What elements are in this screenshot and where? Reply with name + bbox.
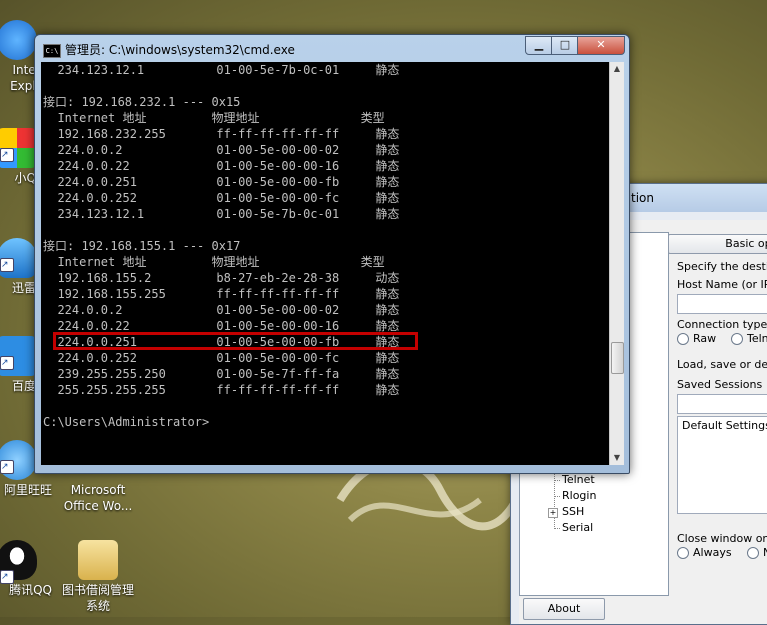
console-line: 192.168.155.2 b8-27-eb-2e-28-38 动态: [43, 271, 400, 285]
saved-sessions-input[interactable]: [677, 394, 767, 414]
shortcut-arrow-icon: ↗: [0, 356, 14, 370]
maximize-button[interactable]: □: [551, 36, 579, 55]
tree-item-ssh[interactable]: SSH: [562, 505, 584, 518]
close-window-label: Close window on ex: [677, 532, 767, 545]
tree-item-rlogin[interactable]: Rlogin: [562, 489, 596, 502]
console-line: C:\Users\Administrator>: [43, 415, 210, 429]
console-line: 224.0.0.251 01-00-5e-00-00-fb 静态: [43, 175, 400, 189]
close-button[interactable]: ✕: [577, 36, 625, 55]
shortcut-arrow-icon: ↗: [0, 460, 14, 474]
sessions-list[interactable]: Default Settings: [677, 416, 767, 514]
always-radio[interactable]: Always: [677, 546, 732, 559]
console-line: Internet 地址 物理地址 类型: [43, 111, 385, 125]
vertical-scrollbar[interactable]: ▲ ▼: [609, 62, 624, 465]
cmd-title: 管理员: C:\windows\system32\cmd.exe: [65, 43, 295, 57]
cmd-title-bar[interactable]: C:\ 管理员: C:\windows\system32\cmd.exe: [43, 41, 295, 59]
console-line: Internet 地址 物理地址 类型: [43, 255, 385, 269]
scroll-thumb[interactable]: [611, 342, 624, 374]
console-line: 255.255.255.255 ff-ff-ff-ff-ff-ff 静态: [43, 383, 400, 397]
telnet-radio[interactable]: Teln: [731, 332, 767, 345]
tree-connector: [554, 473, 555, 529]
console-line: 192.168.155.255 ff-ff-ff-ff-ff-ff 静态: [43, 287, 400, 301]
console-line: 224.0.0.2 01-00-5e-00-00-02 静态: [43, 143, 400, 157]
console-line: 接口: 192.168.155.1 --- 0x17: [43, 239, 241, 253]
tree-item-serial[interactable]: Serial: [562, 521, 593, 534]
shortcut-arrow-icon: ↗: [0, 148, 14, 162]
specify-destination-label: Specify the destinat: [677, 260, 767, 273]
console-line: 224.0.0.2 01-00-5e-00-00-02 静态: [43, 303, 400, 317]
scroll-up-arrow-icon[interactable]: ▲: [610, 62, 624, 76]
tree-connector: [554, 528, 560, 529]
expand-plus-icon[interactable]: +: [548, 508, 558, 518]
radio-icon: [677, 547, 689, 559]
minimize-button[interactable]: ▁: [525, 36, 553, 55]
console-line: 224.0.0.22 01-00-5e-00-00-16 静态: [43, 159, 400, 173]
internet-explorer-icon: [0, 20, 37, 60]
host-name-label: Host Name (or IP a: [677, 278, 767, 291]
console-line: 239.255.255.250 01-00-5e-7f-ff-fa 静态: [43, 367, 400, 381]
tree-connector: [554, 496, 560, 497]
tree-connector: [554, 480, 560, 481]
connection-type-label: Connection type:: [677, 318, 767, 331]
highlight-box: [53, 332, 418, 350]
cmd-icon: C:\: [43, 43, 61, 58]
folder-icon: [78, 540, 118, 580]
console-line: 224.0.0.252 01-00-5e-00-00-fc 静态: [43, 191, 400, 205]
host-name-input[interactable]: [677, 294, 767, 314]
console-line: 224.0.0.252 01-00-5e-00-00-fc 静态: [43, 351, 400, 365]
shortcut-arrow-icon: ↗: [0, 570, 14, 584]
tab-basic-options[interactable]: Basic opti: [668, 234, 767, 254]
console-line: 192.168.232.255 ff-ff-ff-ff-ff-ff 静态: [43, 127, 400, 141]
console-line: 234.123.12.1 01-00-5e-7b-0c-01 静态: [43, 207, 400, 221]
radio-icon: [677, 333, 689, 345]
scroll-down-arrow-icon[interactable]: ▼: [610, 451, 624, 465]
cmd-window[interactable]: C:\ 管理员: C:\windows\system32\cmd.exe ▁ □ …: [34, 34, 630, 474]
session-default-settings[interactable]: Default Settings: [678, 417, 767, 434]
radio-icon: [747, 547, 759, 559]
raw-radio[interactable]: Raw: [677, 332, 716, 345]
console-line: 接口: 192.168.232.1 --- 0x15: [43, 95, 241, 109]
tree-item-telnet[interactable]: Telnet: [562, 473, 595, 486]
console-text: 234.123.12.1 01-00-5e-7b-0c-01 静态 接口: 192…: [43, 62, 399, 430]
desktop-icon-library[interactable]: 图书借阅管理 系统: [62, 540, 134, 614]
load-save-label: Load, save or delet: [677, 358, 767, 371]
saved-sessions-label: Saved Sessions: [677, 378, 763, 391]
never-radio[interactable]: N: [747, 546, 767, 559]
shortcut-arrow-icon: ↗: [0, 258, 14, 272]
console-output[interactable]: 234.123.12.1 01-00-5e-7b-0c-01 静态 接口: 192…: [41, 62, 609, 465]
radio-icon: [731, 333, 743, 345]
desktop-icon-qq[interactable]: 腾讯QQ: [0, 540, 52, 598]
console-line: 234.123.12.1 01-00-5e-7b-0c-01 静态: [43, 63, 400, 77]
